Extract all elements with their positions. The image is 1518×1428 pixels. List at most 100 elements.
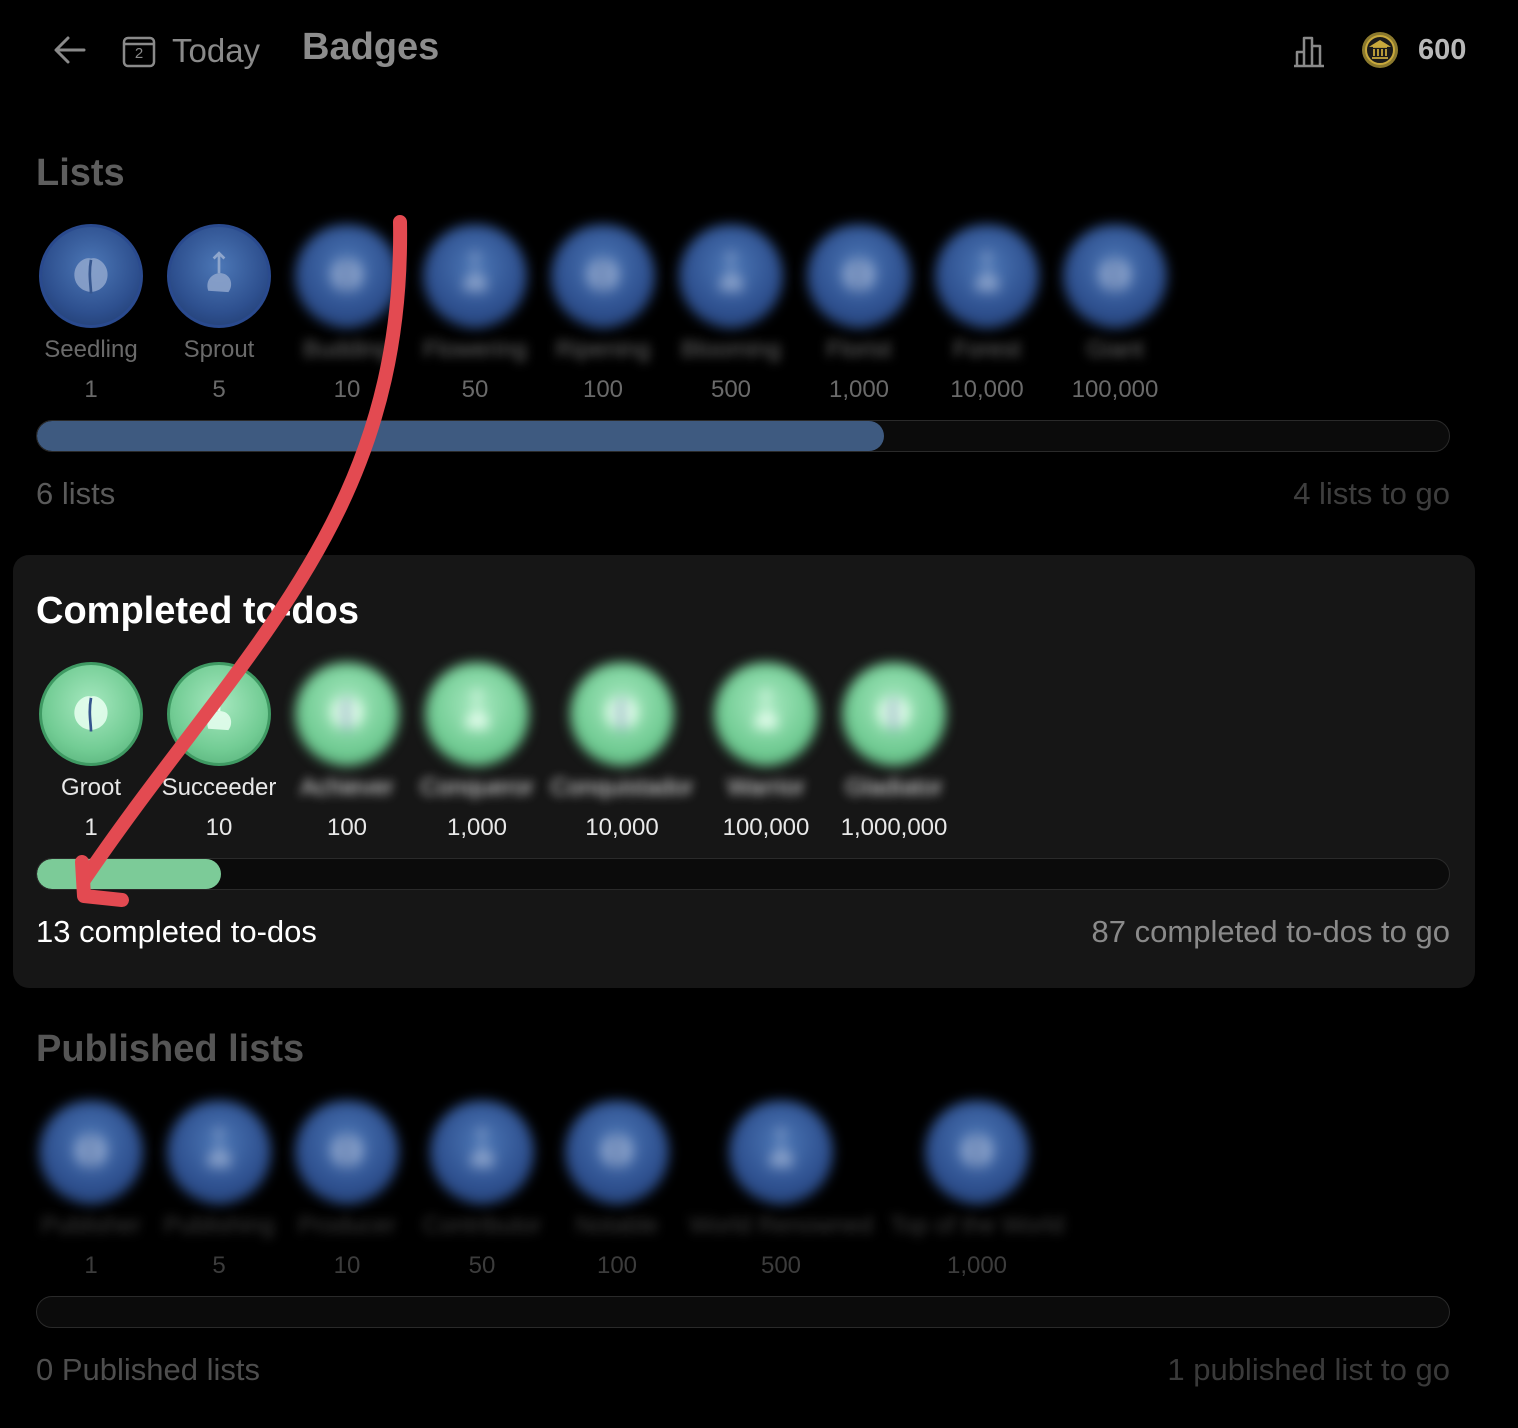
back-button[interactable]: [52, 32, 88, 68]
badge-icon: [565, 1100, 669, 1204]
progress-fill: [37, 859, 221, 889]
badge-icon: [167, 224, 271, 328]
page-title: Badges: [302, 26, 440, 68]
badge-name: Conquistador: [550, 774, 694, 801]
badge-name: Forest: [952, 336, 1021, 363]
badge-icon: [729, 1100, 833, 1204]
progress-track: [36, 420, 1450, 452]
badge-name: Top of the World: [889, 1212, 1065, 1239]
badge-threshold: 1,000: [946, 1252, 1008, 1279]
section-title: Completed to-dos: [36, 590, 359, 632]
badge-threshold: 1,000: [828, 376, 890, 403]
badge-name: Achiever: [300, 774, 394, 801]
badge-icon: [39, 224, 143, 328]
badge-icon: [935, 224, 1039, 328]
badge-threshold: 10: [205, 814, 233, 841]
badge-icon: [714, 662, 818, 766]
badge-world-renowned[interactable]: World Renowned 500: [686, 1100, 876, 1280]
badge-icon: [807, 224, 911, 328]
badge-threshold: 10,000: [585, 814, 659, 841]
badge-threshold: 10,000: [950, 376, 1024, 403]
progress-count: 0 Published lists: [36, 1352, 261, 1387]
badge-name: Groot: [60, 774, 122, 801]
badge-threshold: 100: [326, 814, 368, 841]
badge-name: Ripening: [555, 336, 651, 363]
badge-icon: [430, 1100, 534, 1204]
badge-threshold: 50: [461, 376, 489, 403]
coin-count: 600: [1418, 33, 1467, 66]
badge-ripening[interactable]: Ripening 100: [539, 224, 667, 404]
badge-threshold: 100,000: [722, 814, 810, 841]
badge-blooming[interactable]: Blooming 500: [667, 224, 795, 404]
badge-flowering[interactable]: Flowering 50: [411, 224, 539, 404]
badge-icon: [423, 224, 527, 328]
section-title: Published lists: [36, 1028, 305, 1070]
badge-budding[interactable]: Budding 10: [283, 224, 411, 404]
calendar-icon: 2: [122, 34, 156, 68]
badge-icon: [295, 662, 399, 766]
badge-sprout[interactable]: Sprout 5: [155, 224, 283, 404]
badge-threshold: 1,000,000: [840, 814, 948, 841]
badge-name: Florist: [826, 336, 892, 363]
section-title: Lists: [36, 152, 125, 194]
badge-name: Notable: [575, 1212, 659, 1239]
badge-gladiator[interactable]: Gladiator 1,000,000: [821, 662, 967, 842]
badge-conquistador[interactable]: Conquistador 10,000: [549, 662, 695, 842]
progress-remaining: 87 completed to-dos to go: [1091, 914, 1450, 949]
badge-threshold: 100: [582, 376, 624, 403]
badge-icon: [1063, 224, 1167, 328]
badge-threshold: 100: [596, 1252, 638, 1279]
progress-fill: [37, 421, 885, 451]
badge-icon: [295, 224, 399, 328]
back-arrow-icon: [54, 36, 86, 64]
badge-threshold: 10: [333, 376, 361, 403]
badge-icon: [425, 662, 529, 766]
badge-warrior[interactable]: Warrior 100,000: [693, 662, 839, 842]
badge-icon: [551, 224, 655, 328]
badge-icon: [842, 662, 946, 766]
badge-forest[interactable]: Forest 10,000: [923, 224, 1051, 404]
badge-notable[interactable]: Notable 100: [522, 1100, 712, 1280]
progress-track: [36, 1296, 1450, 1328]
badge-name: Sprout: [183, 336, 255, 363]
badge-threshold: 1,000: [446, 814, 508, 841]
progress-remaining: 4 lists to go: [1293, 476, 1450, 511]
badge-achiever[interactable]: Achiever 100: [274, 662, 420, 842]
badge-name: Gladiator: [845, 774, 943, 801]
badge-threshold: 100,000: [1071, 376, 1159, 403]
badge-name: Blooming: [680, 336, 782, 363]
progress-count: 13 completed to-dos: [36, 914, 317, 949]
badge-name: Budding: [302, 336, 392, 363]
badge-florist[interactable]: Florist 1,000: [795, 224, 923, 404]
coin-balance[interactable]: 600: [1360, 30, 1466, 70]
badge-name: Flowering: [422, 336, 528, 363]
badge-name: Seedling: [44, 336, 138, 363]
stats-button[interactable]: [1290, 32, 1328, 70]
badge-icon: [925, 1100, 1029, 1204]
badge-icon: [570, 662, 674, 766]
top-bar: 2 Today Badges 600: [0, 0, 1518, 100]
badge-succeeder[interactable]: Succeeder 10: [146, 662, 292, 842]
badge-name: Giant: [1086, 336, 1144, 363]
badge-icon: [295, 1100, 399, 1204]
badge-threshold: 500: [710, 376, 752, 403]
badge-top-of-the-world[interactable]: Top of the World 1,000: [882, 1100, 1072, 1280]
badge-giant[interactable]: Giant 100,000: [1051, 224, 1179, 404]
badge-name: Conqueror: [420, 774, 534, 801]
badge-name: World Renowned: [689, 1212, 873, 1239]
stats-chart-icon: [1294, 36, 1324, 68]
badge-threshold: 1: [84, 814, 98, 841]
badge-icon: [679, 224, 783, 328]
today-button[interactable]: 2 Today: [122, 28, 260, 74]
badge-name: Succeeder: [161, 774, 277, 801]
badge-icon: [39, 662, 143, 766]
badge-groot[interactable]: Groot 1: [18, 662, 164, 842]
badge-seedling[interactable]: Seedling 1: [27, 224, 155, 404]
coin-icon: [1362, 32, 1398, 68]
badge-icon: [167, 662, 271, 766]
badge-conqueror[interactable]: Conqueror 1,000: [404, 662, 550, 842]
badge-threshold: 5: [212, 376, 226, 403]
badge-threshold: 500: [760, 1252, 802, 1279]
calendar-day: 2: [134, 45, 144, 62]
progress-remaining: 1 published list to go: [1167, 1352, 1450, 1387]
